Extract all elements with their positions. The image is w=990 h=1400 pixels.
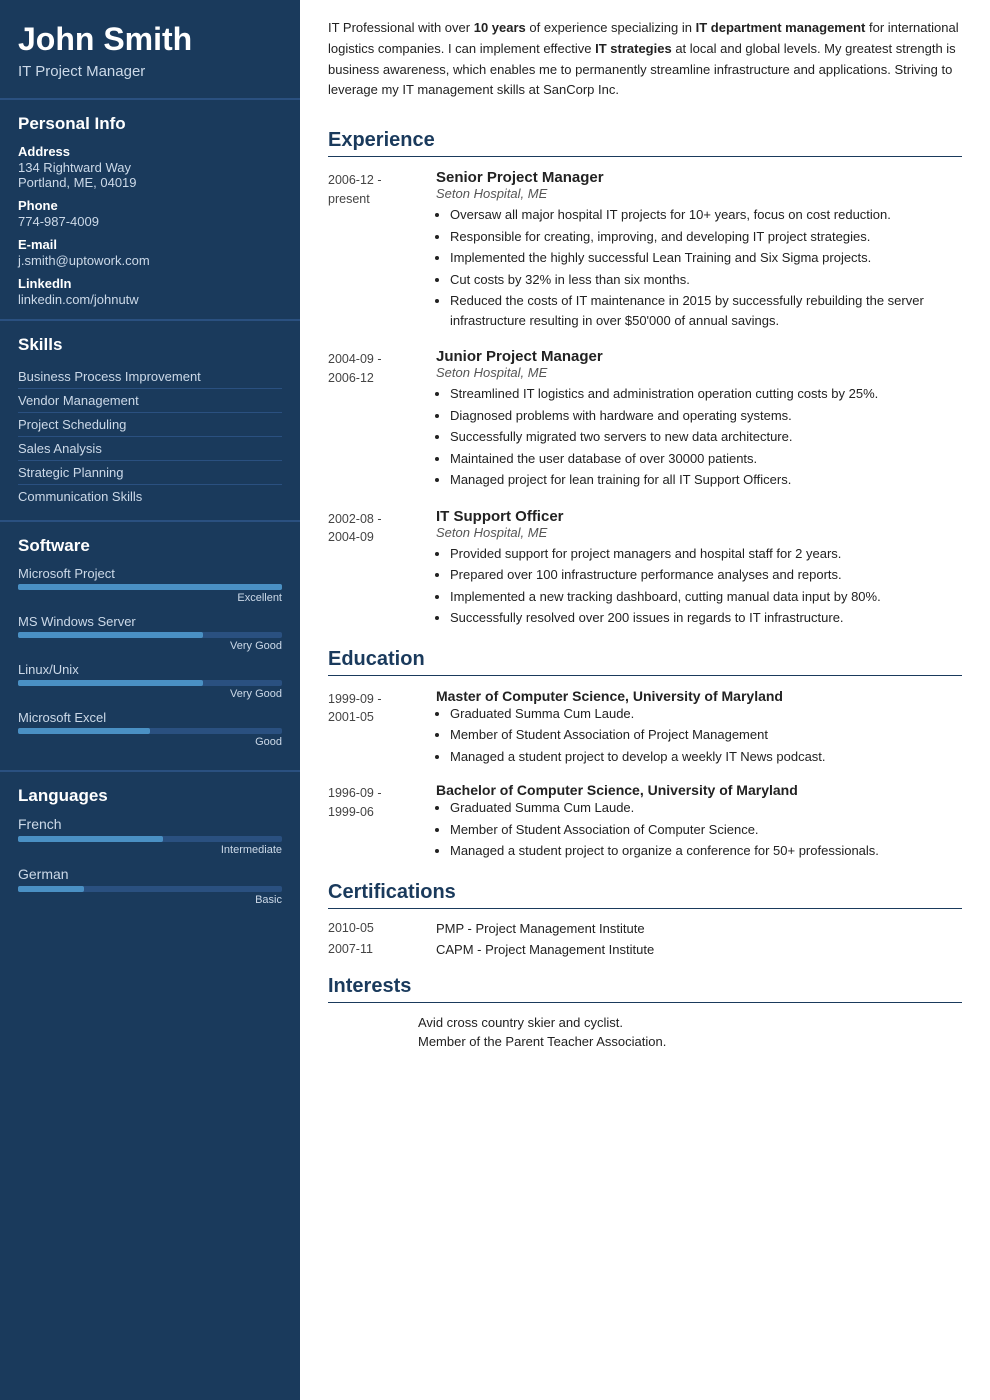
bullet: Diagnosed problems with hardware and ope… <box>450 406 962 426</box>
interests-title: Interests <box>328 975 962 1003</box>
bar-container <box>18 886 282 892</box>
bullet: Provided support for project managers an… <box>450 544 962 564</box>
skill-item: Project Scheduling <box>18 413 282 437</box>
email-value: j.smith@uptowork.com <box>18 253 282 268</box>
bullet: Implemented the highly successful Lean T… <box>450 248 962 268</box>
bullet: Reduced the costs of IT maintenance in 2… <box>450 291 962 330</box>
exp-entry-2: 2002-08 -2004-09 IT Support Officer Seto… <box>328 508 962 630</box>
bullet: Cut costs by 32% in less than six months… <box>450 270 962 290</box>
software-item-2: Linux/Unix Very Good <box>18 662 282 700</box>
bullet: Member of Student Association of Compute… <box>450 820 962 840</box>
bullet: Member of Student Association of Project… <box>450 725 962 745</box>
skill-item: Business Process Improvement <box>18 365 282 389</box>
software-title: Software <box>18 536 282 556</box>
exp-entry-1: 2004-09 -2006-12 Junior Project Manager … <box>328 348 962 492</box>
bullet: Graduated Summa Cum Laude. <box>450 704 962 724</box>
languages-section: Languages French Intermediate German Bas… <box>0 770 300 928</box>
bar-fill <box>18 680 203 686</box>
email-label: E-mail <box>18 237 282 252</box>
skill-item: Strategic Planning <box>18 461 282 485</box>
candidate-name: John Smith <box>18 22 282 57</box>
bar-fill <box>18 836 163 842</box>
experience-title: Experience <box>328 129 962 157</box>
main-content: IT Professional with over 10 years of ex… <box>300 0 990 1400</box>
linkedin-label: LinkedIn <box>18 276 282 291</box>
cert-entry-0: 2010-05 PMP - Project Management Institu… <box>328 921 962 936</box>
bullet: Successfully migrated two servers to new… <box>450 427 962 447</box>
skill-item: Communication Skills <box>18 485 282 508</box>
bullet: Oversaw all major hospital IT projects f… <box>450 205 962 225</box>
bar-fill <box>18 632 203 638</box>
software-item-1: MS Windows Server Very Good <box>18 614 282 652</box>
bullet: Managed a student project to develop a w… <box>450 747 962 767</box>
personal-info-section: Personal Info Address 134 Rightward WayP… <box>0 98 300 319</box>
language-item-0: French Intermediate <box>18 816 282 856</box>
exp-entry-0: 2006-12 -present Senior Project Manager … <box>328 169 962 332</box>
skills-section: Skills Business Process Improvement Vend… <box>0 319 300 520</box>
bar-fill <box>18 728 150 734</box>
bullet: Responsible for creating, improving, and… <box>450 227 962 247</box>
edu-entry-1: 1996-09 -1999-06 Bachelor of Computer Sc… <box>328 782 962 863</box>
bar-container <box>18 632 282 638</box>
certifications-section: Certifications 2010-05 PMP - Project Man… <box>328 881 962 957</box>
bar-container <box>18 836 282 842</box>
edu-entry-0: 1999-09 -2001-05 Master of Computer Scie… <box>328 688 962 769</box>
bullet: Implemented a new tracking dashboard, cu… <box>450 587 962 607</box>
candidate-title: IT Project Manager <box>18 63 282 80</box>
bullet: Managed project for lean training for al… <box>450 470 962 490</box>
software-item-0: Microsoft Project Excellent <box>18 566 282 604</box>
phone-label: Phone <box>18 198 282 213</box>
languages-title: Languages <box>18 786 282 806</box>
education-section: Education 1999-09 -2001-05 Master of Com… <box>328 648 962 863</box>
sidebar-header: John Smith IT Project Manager <box>0 0 300 98</box>
linkedin-value: linkedin.com/johnutw <box>18 292 282 307</box>
software-section: Software Microsoft Project Excellent MS … <box>0 520 300 770</box>
address-value: 134 Rightward WayPortland, ME, 04019 <box>18 160 282 190</box>
bar-fill <box>18 584 282 590</box>
software-item-3: Microsoft Excel Good <box>18 710 282 748</box>
personal-info-title: Personal Info <box>18 114 282 134</box>
bullet: Managed a student project to organize a … <box>450 841 962 861</box>
cert-entry-1: 2007-11 CAPM - Project Management Instit… <box>328 942 962 957</box>
language-item-1: German Basic <box>18 866 282 906</box>
address-label: Address <box>18 144 282 159</box>
bullet: Maintained the user database of over 300… <box>450 449 962 469</box>
bar-container <box>18 584 282 590</box>
education-title: Education <box>328 648 962 676</box>
experience-section: Experience 2006-12 -present Senior Proje… <box>328 129 962 630</box>
bullet: Prepared over 100 infrastructure perform… <box>450 565 962 585</box>
bullet: Successfully resolved over 200 issues in… <box>450 608 962 628</box>
bar-fill <box>18 886 84 892</box>
interest-item-1: Member of the Parent Teacher Association… <box>328 1034 962 1049</box>
bullet: Graduated Summa Cum Laude. <box>450 798 962 818</box>
bar-container <box>18 728 282 734</box>
sidebar: John Smith IT Project Manager Personal I… <box>0 0 300 1400</box>
certifications-title: Certifications <box>328 881 962 909</box>
phone-value: 774-987-4009 <box>18 214 282 229</box>
bar-container <box>18 680 282 686</box>
summary: IT Professional with over 10 years of ex… <box>328 18 962 111</box>
bullet: Streamlined IT logistics and administrat… <box>450 384 962 404</box>
interests-section: Interests Avid cross country skier and c… <box>328 975 962 1049</box>
interest-item-0: Avid cross country skier and cyclist. <box>328 1015 962 1030</box>
skill-item: Vendor Management <box>18 389 282 413</box>
skills-title: Skills <box>18 335 282 355</box>
skill-item: Sales Analysis <box>18 437 282 461</box>
